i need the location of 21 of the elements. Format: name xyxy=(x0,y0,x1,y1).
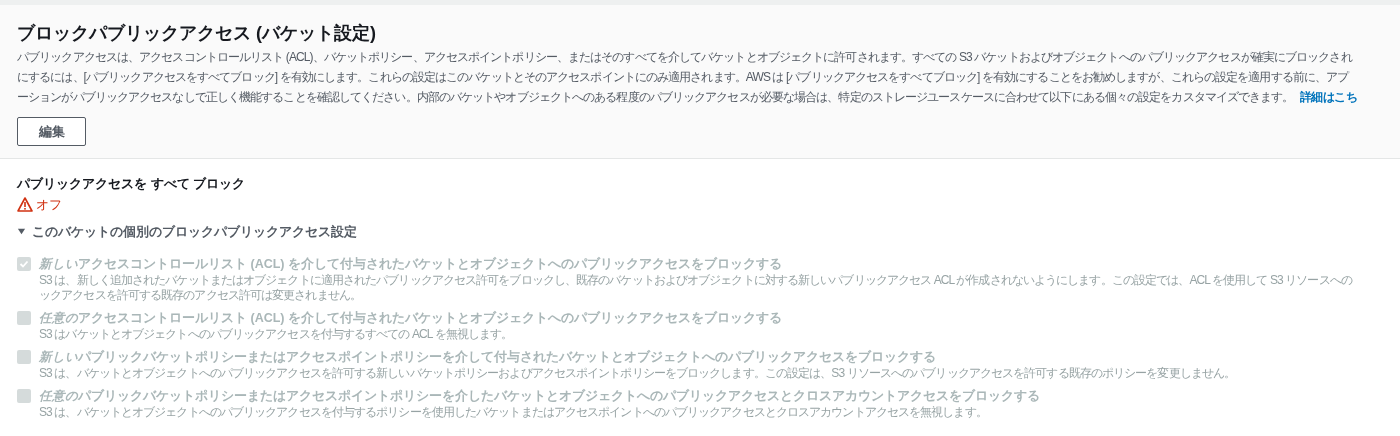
section-title: ブロックパブリックアクセス (バケット設定) xyxy=(17,22,377,45)
warning-icon xyxy=(17,197,33,213)
block-all-label: パブリックアクセスを すべて ブロック xyxy=(17,175,247,193)
section-toggle[interactable]: このバケットの個別のブロックパブリックアクセス設定 xyxy=(17,222,357,242)
setting-description: S3 は、バケットとオブジェクトへのパブリックアクセスを許可する新しいバケットポリシーおよびアクセスポイントポリシーをブロックします。この設定は、S3 リソースへのパブリックアクセスを許可する既存のポリシーを変更しません。 xyxy=(39,366,1236,382)
setting-description: S3 はバケットとオブジェクトへのパブリックアクセスを付与するすべての ACL を無視します。 xyxy=(39,327,514,343)
check-icon xyxy=(19,259,29,270)
setting-title: 新しいパブリックバケットポリシーまたはアクセスポイントポリシーを介して付与されたバケットとオブジェクトへのパブリックアクセスをブロックする xyxy=(39,349,937,367)
status-text: オフ xyxy=(36,196,62,214)
setting-title: 任意のパブリックバケットポリシーまたはアクセスポイントポリシーを介したバケットとオブジェクトへのパブリックアクセスとクロスアカウントアクセスをブロックする xyxy=(39,388,1040,406)
edit-button[interactable]: 編集 xyxy=(17,117,86,146)
description-text: ーションがパブリックアクセスなしで正しく機能することを確認してください。内部のバケットやオブジェクトへのある程度のパブリックアクセスが必要な場合は、特定のストレージユースケースに合わせて以下にある個々の設定をカスタマイズできます。 xyxy=(17,89,1294,106)
learn-more-link[interactable]: 詳細はこち xyxy=(1299,87,1357,107)
description-text: にするには、[パブリックアクセスをすべてブロック] を有効にします。これらの設定はこのバケットとそのアクセスポイントにのみ適用されます。AWS は [パブリックアクセスをすべてブロック] を有効にすることをお勧めしますが、これらの設定を適用する前に、アプ xyxy=(17,69,1349,86)
setting-description: S3 は、バケットとオブジェクトへのパブリックアクセスを付与するポリシーを使用したバケットまたはアクセスポイントへのパブリックアクセスとクロスアカウントアクセスを無視します。 xyxy=(39,405,988,421)
caret-icon xyxy=(17,227,26,237)
setting-title: 新しいアクセスコントロールリスト (ACL) を介して付与されたバケットとオブジェクトへのパブリックアクセスをブロックする xyxy=(39,256,783,274)
description-text: パブリックアクセスは、アクセスコントロールリスト (ACL)、バケットポリシー、アクセスポイントポリシー、またはそのすべてを介してバケットとオブジェクトに許可されます。すべての S3 バケットおよびオブジェクトへのパブリックアクセスが確実にブロックされ xyxy=(17,49,1352,66)
setting-description: S3 は、新しく追加されたバケットまたはオブジェクトに適用されたパブリックアクセス許可をブロックし、既存のバケットおよびオブジェクトに対する新しいパブリックアクセス ACL が作成されないようにします。この設定では、ACL を使用して S3 リソースへの xyxy=(39,273,1352,289)
setting-title: 任意のアクセスコントロールリスト (ACL) を介して付与されたバケットとオブジェクトへのパブリックアクセスをブロックする xyxy=(39,310,782,328)
setting-description: ックアクセスを許可する既存のアクセス許可は変更されません。 xyxy=(39,288,362,304)
